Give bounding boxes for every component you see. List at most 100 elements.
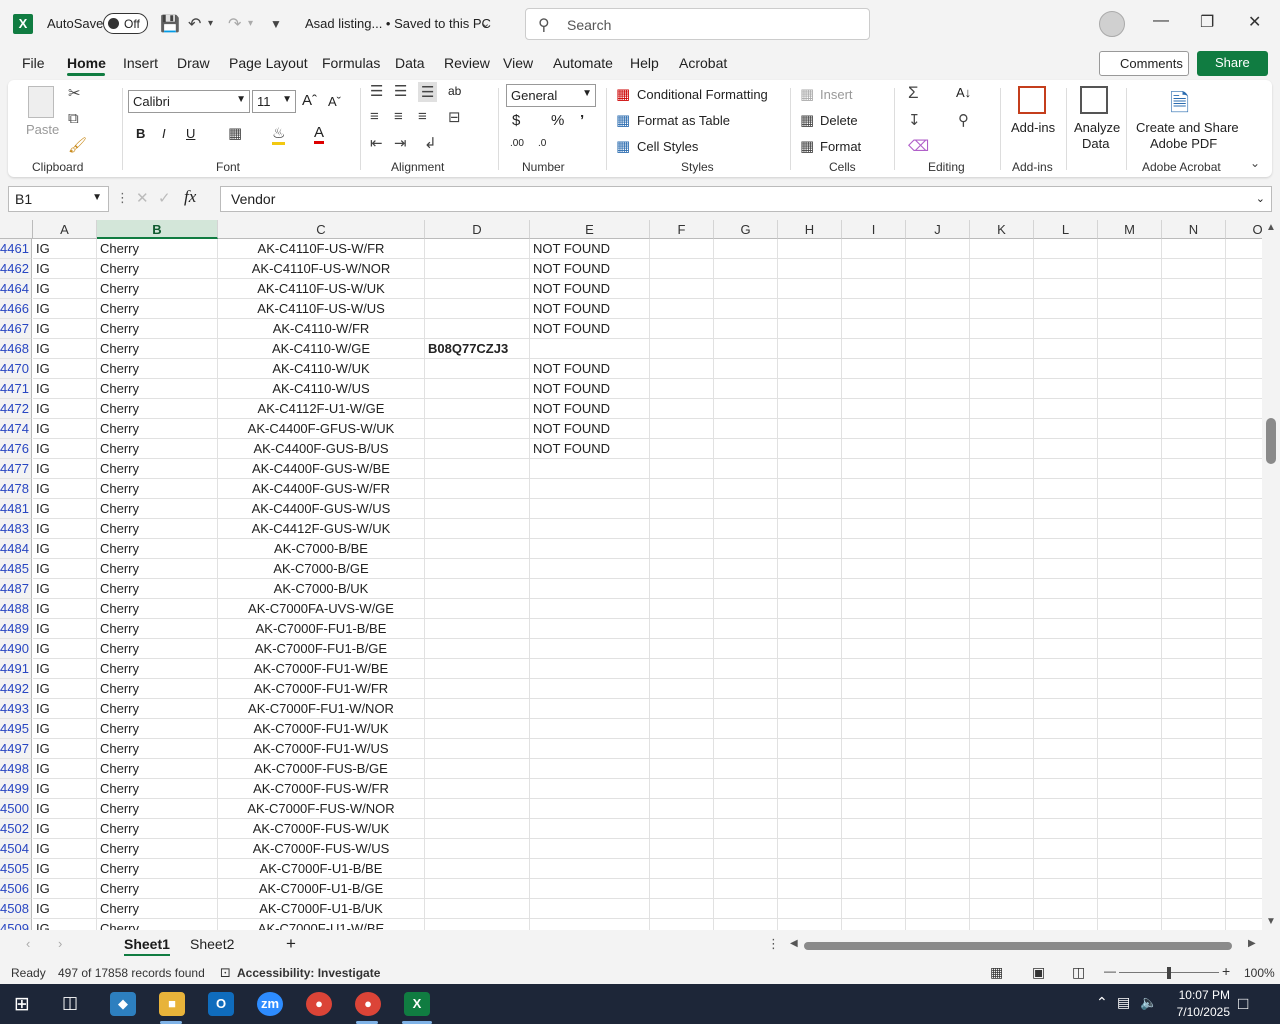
cell-l[interactable] bbox=[1034, 539, 1098, 559]
cell-n[interactable] bbox=[1162, 299, 1226, 319]
cell-g[interactable] bbox=[714, 839, 778, 859]
cell-i[interactable] bbox=[842, 659, 906, 679]
cell-f[interactable] bbox=[650, 759, 714, 779]
column-header-g[interactable]: G bbox=[714, 220, 778, 239]
cell-b[interactable]: Cherry bbox=[97, 359, 218, 379]
paste-icon[interactable] bbox=[28, 86, 54, 118]
cell-j[interactable] bbox=[906, 579, 970, 599]
cell-c[interactable]: AK-C4110-W/UK bbox=[218, 359, 425, 379]
prev-sheet-icon[interactable]: ‹ bbox=[26, 936, 30, 951]
cell-o[interactable] bbox=[1226, 599, 1262, 619]
row-header[interactable]: 4468 bbox=[0, 339, 32, 359]
cell-o[interactable] bbox=[1226, 579, 1262, 599]
cell-o[interactable] bbox=[1226, 519, 1262, 539]
cell-l[interactable] bbox=[1034, 799, 1098, 819]
tab-view[interactable]: View bbox=[503, 55, 533, 71]
cell-l[interactable] bbox=[1034, 459, 1098, 479]
cell-n[interactable] bbox=[1162, 379, 1226, 399]
vertical-scrollbar[interactable]: ▲ ▼ bbox=[1262, 220, 1280, 930]
increase-decimal-icon[interactable]: .00 bbox=[510, 138, 524, 149]
cell-j[interactable] bbox=[906, 899, 970, 919]
cell-n[interactable] bbox=[1162, 899, 1226, 919]
merge-center-icon[interactable]: ⊟ bbox=[448, 108, 461, 126]
row-header[interactable]: 4461 bbox=[0, 239, 32, 259]
cell-c[interactable]: AK-C7000FA-UVS-W/GE bbox=[218, 599, 425, 619]
cell-k[interactable] bbox=[970, 599, 1034, 619]
sheet-options-icon[interactable]: ⋮ bbox=[767, 936, 780, 952]
cell-l[interactable] bbox=[1034, 359, 1098, 379]
cell-k[interactable] bbox=[970, 799, 1034, 819]
cell-f[interactable] bbox=[650, 779, 714, 799]
chrome-icon[interactable]: ● bbox=[306, 992, 332, 1016]
cell-n[interactable] bbox=[1162, 699, 1226, 719]
cell-l[interactable] bbox=[1034, 859, 1098, 879]
cell-e[interactable] bbox=[530, 719, 650, 739]
cell-b[interactable]: Cherry bbox=[97, 539, 218, 559]
cell-f[interactable] bbox=[650, 539, 714, 559]
taskbar-clock[interactable]: 10:07 PM 7/10/2025 bbox=[1160, 987, 1230, 1021]
align-middle-icon[interactable]: ☰ bbox=[394, 82, 407, 100]
cell-c[interactable]: AK-C7000F-U1-B/GE bbox=[218, 879, 425, 899]
cell-b[interactable]: Cherry bbox=[97, 299, 218, 319]
cell-e[interactable] bbox=[530, 559, 650, 579]
cell-o[interactable] bbox=[1226, 659, 1262, 679]
cell-e[interactable]: NOT FOUND bbox=[530, 279, 650, 299]
cell-h[interactable] bbox=[778, 279, 842, 299]
cell-h[interactable] bbox=[778, 739, 842, 759]
cell-d[interactable] bbox=[425, 799, 530, 819]
volume-icon[interactable]: 🔈 bbox=[1140, 994, 1157, 1011]
cell-g[interactable] bbox=[714, 299, 778, 319]
cell-n[interactable] bbox=[1162, 819, 1226, 839]
cell-c[interactable]: AK-C7000F-FU1-W/FR bbox=[218, 679, 425, 699]
cell-a[interactable]: IG bbox=[33, 839, 97, 859]
cell-i[interactable] bbox=[842, 639, 906, 659]
cell-d[interactable] bbox=[425, 299, 530, 319]
cell-b[interactable]: Cherry bbox=[97, 799, 218, 819]
cell-i[interactable] bbox=[842, 299, 906, 319]
cell-n[interactable] bbox=[1162, 779, 1226, 799]
cell-f[interactable] bbox=[650, 899, 714, 919]
cell-m[interactable] bbox=[1098, 639, 1162, 659]
cell-l[interactable] bbox=[1034, 299, 1098, 319]
zoom-app-icon[interactable]: zm bbox=[257, 992, 283, 1016]
page-layout-view-icon[interactable]: ▣ bbox=[1032, 964, 1045, 981]
cell-c[interactable]: AK-C4400F-GUS-B/US bbox=[218, 439, 425, 459]
row-header[interactable]: 4491 bbox=[0, 659, 32, 679]
cell-n[interactable] bbox=[1162, 399, 1226, 419]
column-header-n[interactable]: N bbox=[1162, 220, 1226, 239]
cell-l[interactable] bbox=[1034, 379, 1098, 399]
cell-g[interactable] bbox=[714, 459, 778, 479]
cell-h[interactable] bbox=[778, 379, 842, 399]
cell-g[interactable] bbox=[714, 679, 778, 699]
italic-icon[interactable]: I bbox=[162, 126, 166, 141]
cell-k[interactable] bbox=[970, 439, 1034, 459]
chevron-down-icon[interactable]: ⌄ bbox=[481, 17, 490, 30]
cell-g[interactable] bbox=[714, 559, 778, 579]
cell-h[interactable] bbox=[778, 439, 842, 459]
cell-i[interactable] bbox=[842, 799, 906, 819]
cell-a[interactable]: IG bbox=[33, 439, 97, 459]
cell-a[interactable]: IG bbox=[33, 239, 97, 259]
cell-m[interactable] bbox=[1098, 859, 1162, 879]
cell-o[interactable] bbox=[1226, 679, 1262, 699]
insert-cells-button[interactable]: Insert bbox=[820, 87, 853, 102]
cell-d[interactable] bbox=[425, 419, 530, 439]
row-header[interactable]: 4481 bbox=[0, 499, 32, 519]
cell-d[interactable] bbox=[425, 239, 530, 259]
cell-l[interactable] bbox=[1034, 319, 1098, 339]
cell-a[interactable]: IG bbox=[33, 579, 97, 599]
cell-l[interactable] bbox=[1034, 399, 1098, 419]
currency-icon[interactable]: $ bbox=[512, 112, 520, 129]
cell-c[interactable]: AK-C7000F-FU1-B/GE bbox=[218, 639, 425, 659]
cell-h[interactable] bbox=[778, 299, 842, 319]
cell-a[interactable]: IG bbox=[33, 699, 97, 719]
tab-insert[interactable]: Insert bbox=[123, 55, 158, 71]
cell-d[interactable] bbox=[425, 459, 530, 479]
cell-g[interactable] bbox=[714, 439, 778, 459]
cell-j[interactable] bbox=[906, 659, 970, 679]
cell-a[interactable]: IG bbox=[33, 739, 97, 759]
cell-i[interactable] bbox=[842, 339, 906, 359]
cell-o[interactable] bbox=[1226, 339, 1262, 359]
row-header[interactable]: 4470 bbox=[0, 359, 32, 379]
zoom-slider-thumb[interactable] bbox=[1167, 967, 1171, 979]
